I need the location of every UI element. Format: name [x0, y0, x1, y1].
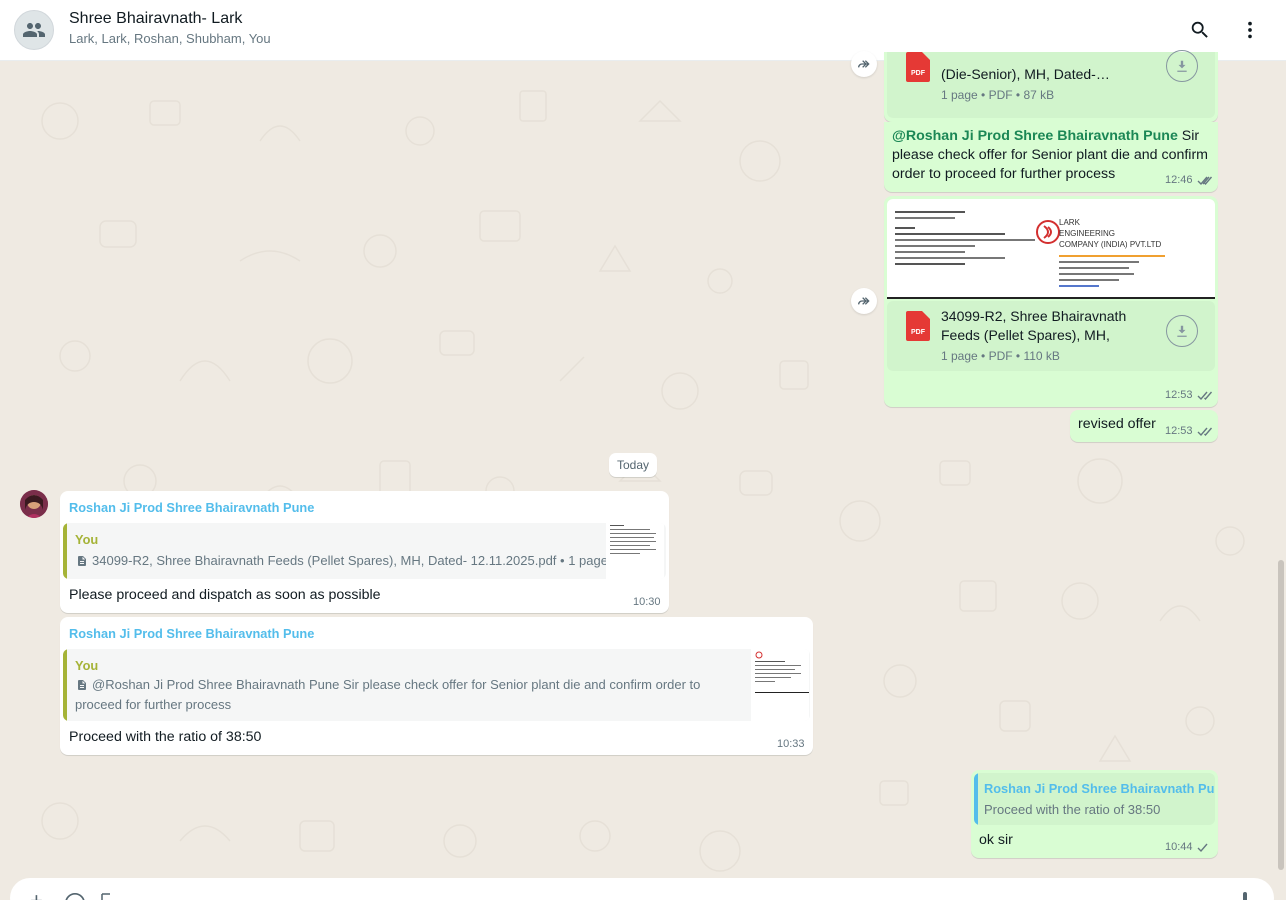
- quote-author: You: [75, 532, 99, 547]
- message-time: 10:30: [633, 596, 661, 608]
- document-preview[interactable]: LARK ENGINEERING COMPANY (INDIA) PVT.LTD: [887, 199, 1215, 299]
- document-card[interactable]: PDF (Die-Senior), MH, Dated-… 1 page • P…: [887, 50, 1215, 118]
- message-text: Proceed with the ratio of 38:50: [69, 729, 262, 745]
- forward-icon[interactable]: [851, 288, 877, 314]
- message-text: revised offer: [1078, 416, 1156, 432]
- quote-author: You: [75, 658, 99, 673]
- message-time: 10:44: [1165, 841, 1209, 853]
- incoming-message[interactable]: Roshan Ji Prod Shree Bhairavnath Pune Yo…: [60, 491, 669, 613]
- quoted-message[interactable]: You 34099-R2, Shree Bhairavnath Feeds (P…: [63, 523, 666, 579]
- sender-name[interactable]: Roshan Ji Prod Shree Bhairavnath Pune: [69, 626, 314, 641]
- preview-address-lines: [1059, 261, 1139, 287]
- lark-logo-icon: [1036, 220, 1060, 244]
- mention[interactable]: @Roshan Ji Prod Shree Bhairavnath Pune: [892, 128, 1178, 144]
- group-avatar-icon[interactable]: [14, 10, 54, 50]
- quote-bar: [63, 523, 67, 579]
- preview-company-name: LARK ENGINEERING COMPANY (INDIA) PVT.LTD: [1059, 218, 1162, 249]
- quoted-message[interactable]: Roshan Ji Prod Shree Bhairavnath Pune Pr…: [974, 773, 1215, 825]
- message-time: 12:46: [1165, 174, 1213, 186]
- message-time: 12:53: [1165, 389, 1213, 401]
- scrollbar[interactable]: [1278, 560, 1284, 870]
- svg-text:PDF: PDF: [911, 70, 926, 77]
- forward-icon[interactable]: [851, 51, 877, 77]
- double-check-icon: [1197, 391, 1212, 400]
- document-card[interactable]: PDF 34099-R2, Shree Bhairavnath Feeds (P…: [887, 301, 1215, 371]
- document-name: 34099-R2, Shree Bhairavnath Feeds (Pelle…: [941, 308, 1127, 343]
- document-icon: [78, 556, 86, 566]
- quote-text: Proceed with the ratio of 38:50: [984, 802, 1161, 817]
- pdf-icon: PDF: [906, 52, 930, 82]
- document-meta: 1 page • PDF • 87 kB: [941, 88, 1055, 102]
- quoted-message[interactable]: You @Roshan Ji Prod Shree Bhairavnath Pu…: [63, 649, 810, 721]
- message-time: 12:53: [1165, 425, 1213, 437]
- menu-icon[interactable]: [1236, 16, 1264, 44]
- quote-bar: [63, 649, 67, 721]
- microphone-icon[interactable]: [1240, 892, 1250, 900]
- quote-text: 34099-R2, Shree Bhairavnath Feeds (Pelle…: [92, 553, 608, 568]
- emoji-icon[interactable]: [64, 892, 86, 900]
- participants-list: Lark, Lark, Roshan, Shubham, You: [69, 31, 271, 46]
- double-check-icon: [1197, 176, 1212, 185]
- incoming-message[interactable]: Roshan Ji Prod Shree Bhairavnath Pune Yo…: [60, 617, 813, 755]
- message-composer[interactable]: +: [10, 878, 1274, 900]
- single-check-icon: [1197, 843, 1208, 852]
- double-check-icon: [1197, 427, 1212, 436]
- quote-thumbnail: [606, 523, 664, 579]
- message-time: 10:33: [777, 738, 805, 750]
- quote-thumbnail: [751, 649, 809, 721]
- quote-bar: [974, 773, 978, 825]
- preview-lines: [895, 211, 1055, 265]
- message-text: ok sir: [979, 832, 1013, 848]
- pdf-icon: PDF: [906, 311, 930, 341]
- sticker-icon[interactable]: [100, 892, 114, 900]
- document-meta: 1 page • PDF • 110 kB: [941, 349, 1060, 363]
- download-icon[interactable]: [1166, 50, 1198, 82]
- outgoing-document-message[interactable]: LARK ENGINEERING COMPANY (INDIA) PVT.LTD…: [884, 196, 1218, 407]
- svg-text:PDF: PDF: [911, 329, 926, 336]
- document-name: (Die-Senior), MH, Dated-…: [941, 66, 1110, 82]
- message-text: Please proceed and dispatch as soon as p…: [69, 587, 381, 603]
- outgoing-message[interactable]: revised offer 12:53: [1070, 410, 1218, 442]
- quote-text: @Roshan Ji Prod Shree Bhairavnath Pune S…: [75, 677, 701, 712]
- sender-name[interactable]: Roshan Ji Prod Shree Bhairavnath Pune: [69, 500, 314, 515]
- outgoing-message[interactable]: @Roshan Ji Prod Shree Bhairavnath Pune S…: [884, 122, 1218, 192]
- outgoing-message[interactable]: Roshan Ji Prod Shree Bhairavnath Pune Pr…: [971, 770, 1218, 858]
- date-separator: Today: [609, 453, 658, 477]
- outgoing-document-message[interactable]: PDF (Die-Senior), MH, Dated-… 1 page • P…: [884, 50, 1218, 122]
- chat-title[interactable]: Shree Bhairavnath- Lark: [69, 10, 242, 28]
- download-icon[interactable]: [1166, 315, 1198, 347]
- quote-author: Roshan Ji Prod Shree Bhairavnath Pune: [984, 781, 1215, 796]
- search-icon[interactable]: [1186, 16, 1214, 44]
- sender-avatar[interactable]: [20, 490, 48, 518]
- attach-plus-icon[interactable]: +: [30, 890, 43, 900]
